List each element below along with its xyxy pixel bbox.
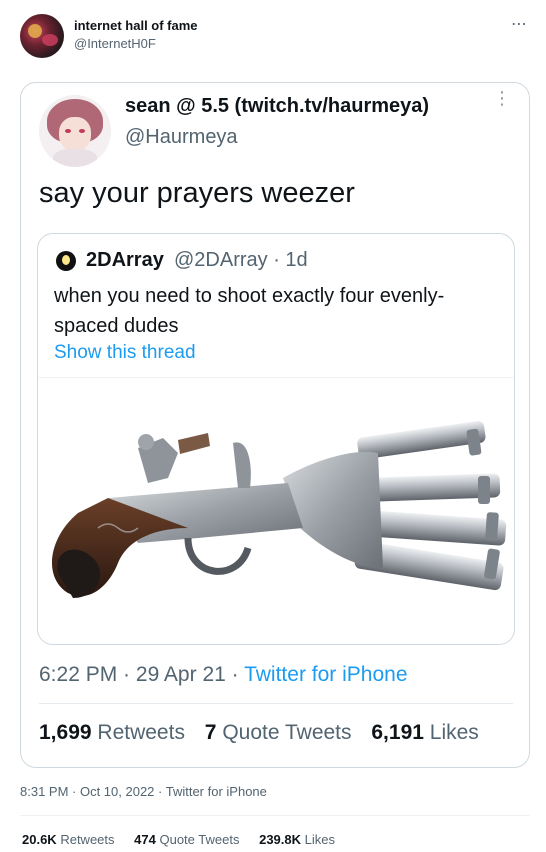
avatar-eye (79, 129, 85, 133)
inner-stats-row: 1,699 Retweets 7 Quote Tweets 6,191 Like… (39, 721, 493, 745)
divider (20, 815, 530, 816)
quoted-handle-time: @2DArray · 1d (174, 249, 308, 271)
avatar-body (53, 149, 97, 167)
quoted-tweet: 2DArray @2DArray · 1d when you need to s… (37, 233, 515, 645)
inner-tweet-text: say your prayers weezer (39, 177, 355, 209)
separator: · (225, 663, 245, 686)
inner-more-options-icon: ⋮ (493, 88, 511, 108)
avatar-eye (65, 129, 71, 133)
inner-avatar (39, 95, 111, 167)
pistol-frame (283, 451, 383, 568)
trigger-guard (184, 537, 252, 575)
inner-time: 6:22 PM (39, 663, 118, 686)
quoted-tweet-text: when you need to shoot exactly four even… (54, 285, 445, 337)
inner-quote-tweets-stat: 7 Quote Tweets (204, 721, 352, 744)
author-handle[interactable]: @InternetH0F (74, 36, 156, 51)
outer-stats-row: 20.6K Retweets 474 Quote Tweets 239.8K L… (22, 832, 351, 847)
inner-timestamp-row: 6:22 PM · 29 Apr 21 · Twitter for iPhone (39, 663, 408, 687)
avatar-detail (28, 24, 42, 38)
separator: · (117, 663, 136, 686)
retweets-stat[interactable]: 20.6K Retweets (22, 832, 115, 847)
embedded-tweet-screenshot: sean @ 5.5 (twitch.tv/haurmeya) @Haurmey… (20, 82, 530, 768)
quote-tweets-stat[interactable]: 474 Quote Tweets (134, 832, 239, 847)
quoted-display-name: 2DArray (86, 249, 164, 271)
quoted-avatar (56, 251, 76, 271)
show-thread-link: Show this thread (54, 342, 196, 363)
inner-date: 29 Apr 21 (135, 663, 226, 686)
inner-retweets-stat: 1,699 Retweets (39, 721, 185, 744)
inner-display-name: sean @ 5.5 (twitch.tv/haurmeya) (125, 95, 430, 117)
outer-tweet-header: internet hall of fame @InternetH0F ⋯ (20, 12, 530, 60)
more-options-icon[interactable]: ⋯ (511, 14, 528, 34)
flintlock-pistol-image (38, 377, 514, 644)
author-display-name[interactable]: internet hall of fame (74, 18, 198, 33)
flintlock-pistol-illustration (51, 421, 507, 598)
lightbulb-icon (62, 255, 70, 265)
outer-timestamp[interactable]: 8:31 PM · Oct 10, 2022 · Twitter for iPh… (20, 784, 267, 799)
inner-likes-stat: 6,191 Likes (371, 721, 479, 744)
inner-handle: @Haurmeya (125, 126, 238, 148)
likes-stat[interactable]: 239.8K Likes (259, 832, 335, 847)
avatar[interactable] (20, 14, 64, 58)
avatar-detail (42, 34, 58, 46)
divider (39, 703, 513, 704)
inner-source: Twitter for iPhone (244, 663, 408, 686)
avatar-face (59, 117, 91, 151)
